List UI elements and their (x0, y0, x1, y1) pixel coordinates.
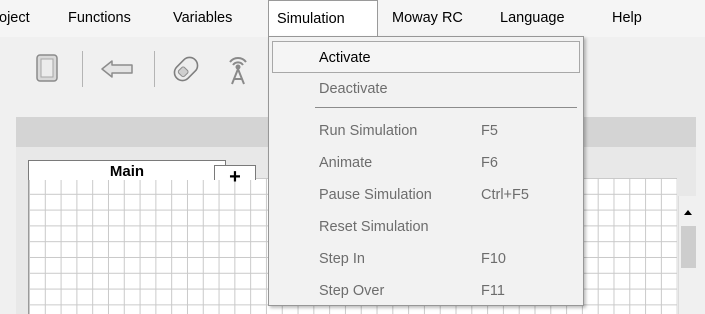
menu-item-shortcut: F11 (481, 283, 505, 299)
menu-item-label: Pause Simulation (319, 187, 432, 203)
menu-item-label: Activate (319, 50, 371, 66)
menu-item-shortcut: F5 (481, 123, 498, 139)
moway-robot-icon[interactable] (168, 52, 204, 86)
menu-item-run-simulation[interactable]: Run Simulation F5 (269, 115, 583, 147)
menu-simulation[interactable]: Simulation (268, 0, 378, 37)
menu-item-activate[interactable]: Activate (272, 41, 580, 73)
arrow-left-icon[interactable] (98, 55, 138, 85)
toolbar-separator (82, 51, 83, 87)
scroll-thumb[interactable] (681, 226, 696, 268)
document-icon[interactable] (33, 53, 63, 83)
menu-moway-rc[interactable]: Moway RC (384, 0, 471, 36)
menu-item-shortcut: F6 (481, 155, 498, 171)
menu-item-label: Step In (319, 251, 365, 267)
radio-antenna-icon[interactable] (222, 52, 254, 88)
scroll-up-arrow-icon[interactable] (684, 210, 692, 215)
menu-item-reset-simulation[interactable]: Reset Simulation (269, 211, 583, 243)
menu-functions[interactable]: Functions (60, 0, 139, 36)
menu-item-label: Reset Simulation (319, 219, 429, 235)
menu-separator (315, 107, 577, 108)
menu-help[interactable]: Help (604, 0, 650, 36)
menu-item-deactivate[interactable]: Deactivate (269, 73, 583, 105)
menu-project[interactable]: oject (0, 0, 38, 36)
simulation-dropdown-menu: Activate Deactivate Run Simulation F5 An… (268, 36, 584, 306)
menu-item-label: Run Simulation (319, 123, 418, 139)
menu-item-label: Step Over (319, 283, 385, 299)
menu-item-pause-simulation[interactable]: Pause Simulation Ctrl+F5 (269, 179, 583, 211)
menu-variables[interactable]: Variables (165, 0, 240, 36)
toolbar-separator (154, 51, 155, 87)
menu-item-step-in[interactable]: Step In F10 (269, 243, 583, 275)
menu-item-step-over[interactable]: Step Over F11 (269, 275, 583, 307)
menu-item-shortcut: Ctrl+F5 (481, 187, 529, 203)
menu-item-animate[interactable]: Animate F6 (269, 147, 583, 179)
menu-item-shortcut: F10 (481, 251, 506, 267)
tab-main[interactable]: Main (28, 160, 226, 180)
tab-add[interactable]: + (214, 165, 256, 188)
menu-bar: oject Functions Variables Simulation Mow… (0, 0, 705, 38)
menu-item-label: Deactivate (319, 81, 388, 97)
menu-language[interactable]: Language (492, 0, 573, 36)
menu-item-label: Animate (319, 155, 373, 171)
